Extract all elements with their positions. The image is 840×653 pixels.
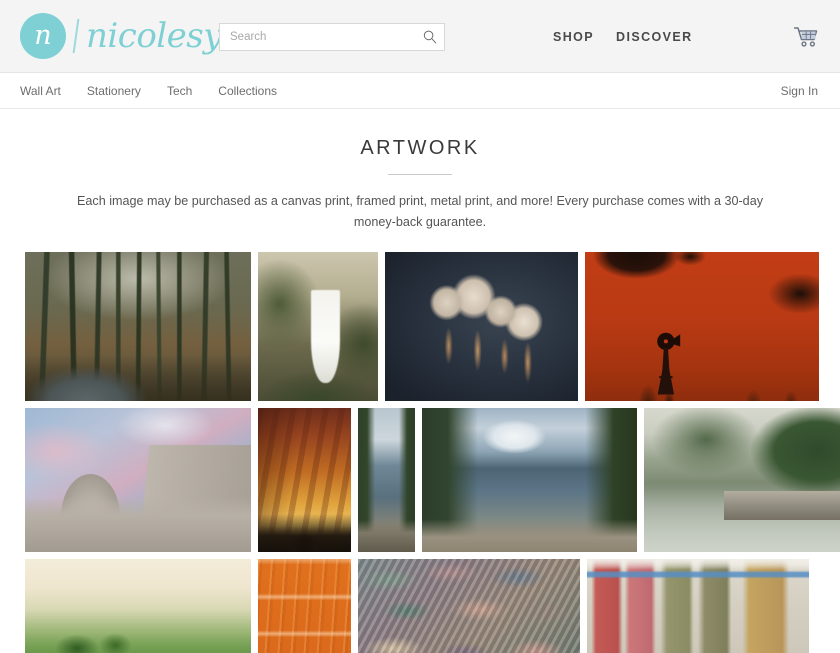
dock-shape [723, 491, 840, 520]
artwork-image-venice-church [25, 407, 251, 552]
artwork-tile-misty-forest-stream[interactable] [25, 251, 251, 401]
search-input[interactable] [219, 23, 445, 51]
artwork-tile-red-sky-windmill[interactable] [585, 251, 819, 401]
artwork-image-mount-hood-lake [422, 407, 637, 552]
artwork-image-waterfall [258, 251, 378, 401]
artwork-tile-waterfall[interactable] [258, 251, 378, 401]
subnav-item-collections[interactable]: Collections [218, 84, 277, 98]
windmill-silhouette-icon [657, 332, 681, 395]
artwork-tile-rice-field-hut[interactable] [25, 558, 251, 653]
logo-mark-icon: n [20, 13, 66, 59]
logo-divider [72, 19, 80, 53]
subnav-item-wall-art[interactable]: Wall Art [20, 84, 61, 98]
artwork-gallery [25, 251, 840, 653]
title-divider [388, 174, 452, 175]
artwork-image-orange-monk-robes [258, 558, 351, 653]
artwork-image-sunset-mountain [258, 407, 351, 552]
artwork-image-misty-forest-stream [25, 251, 251, 401]
artwork-tile-mount-hood-lake[interactable] [422, 407, 637, 552]
artwork-tile-mushrooms-on-rock[interactable] [385, 251, 578, 401]
artwork-image-mountain-lake [358, 407, 415, 552]
subnav-item-tech[interactable]: Tech [167, 84, 192, 98]
secondary-nav: Wall Art Stationery Tech Collections Sig… [0, 73, 840, 109]
page-description: Each image may be purchased as a canvas … [77, 194, 763, 229]
artwork-image-yarn-skeins [358, 558, 580, 653]
artwork-image-misty-lake-dock [644, 407, 840, 552]
page-title: ARTWORK [360, 137, 480, 159]
artwork-image-red-sky-windmill [585, 251, 819, 401]
site-logo[interactable]: n nicolesy [20, 13, 222, 59]
artwork-image-dyed-fabric-drying [587, 558, 809, 653]
shopping-cart-icon-glyph [794, 27, 818, 47]
gallery-row [25, 558, 815, 653]
artwork-image-rice-field-hut [25, 558, 251, 653]
artwork-tile-dyed-fabric-drying[interactable] [587, 558, 809, 653]
nav-discover[interactable]: DISCOVER [616, 30, 693, 44]
nav-shop[interactable]: SHOP [553, 30, 594, 44]
venice-dome-shape [61, 473, 120, 543]
secondary-nav-items: Wall Art Stationery Tech Collections [20, 84, 277, 98]
sign-in-wrap: Sign In [781, 82, 818, 100]
artwork-tile-mountain-lake[interactable] [358, 407, 415, 552]
artwork-tile-orange-monk-robes[interactable] [258, 558, 351, 653]
logo-mark-letter: n [34, 19, 52, 51]
shopping-cart-icon[interactable] [793, 26, 819, 48]
artwork-tile-yarn-skeins[interactable] [358, 558, 580, 653]
search-box [219, 23, 445, 51]
top-header: n nicolesy SHOP DISCOVER [0, 0, 840, 73]
artwork-tile-misty-lake-dock[interactable] [644, 407, 840, 552]
artwork-image-mushrooms-on-rock [385, 251, 578, 401]
gallery-row [25, 407, 840, 552]
artwork-tile-venice-church[interactable] [25, 407, 251, 552]
sign-in-link[interactable]: Sign In [781, 84, 818, 98]
page-header: ARTWORK Each image may be purchased as a… [0, 109, 840, 233]
subnav-item-stationery[interactable]: Stationery [87, 84, 141, 98]
search-icon[interactable] [420, 27, 440, 47]
gallery-row [25, 251, 819, 401]
search-icon-glyph [423, 30, 437, 44]
main-nav: SHOP DISCOVER [553, 0, 693, 73]
logo-wordmark: nicolesy [86, 16, 222, 56]
artwork-tile-sunset-mountain[interactable] [258, 407, 351, 552]
